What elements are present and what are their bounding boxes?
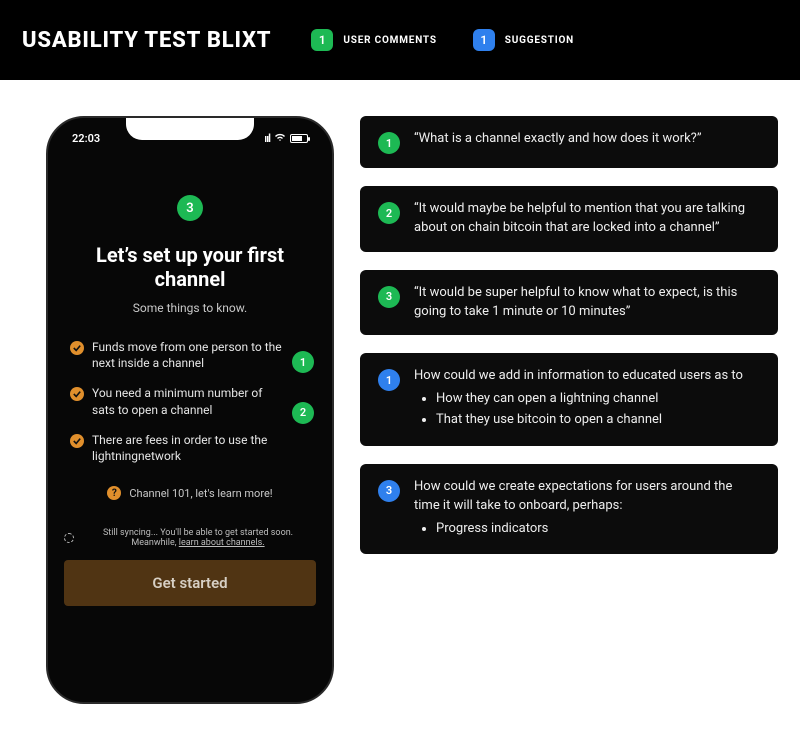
suggestion-card: 3 How could we create expectations for u…: [360, 464, 778, 555]
card-text: “It would maybe be helpful to mention th…: [414, 200, 760, 238]
cards-column: 1 “What is a channel exactly and how doe…: [360, 116, 778, 704]
phone-head: 3 Let’s set up your first channel Some t…: [64, 195, 316, 315]
status-time: 22:03: [72, 132, 100, 145]
card-list: How they can open a lightning channel Th…: [436, 390, 743, 430]
bullet-list: Funds move from one person to the next i…: [64, 339, 316, 464]
signal-icon: ııl: [264, 132, 270, 145]
list-item: That they use bitcoin to open a channel: [436, 411, 743, 430]
legend: 1 USER COMMENTS 1 SUGGESTION: [311, 29, 574, 51]
bullet-item: You need a minimum number of sats to ope…: [70, 385, 310, 417]
card-body: How could we add in information to educa…: [414, 367, 743, 432]
learn-text: Channel 101, let's learn more!: [129, 487, 272, 500]
card-text: How could we create expectations for use…: [414, 479, 732, 513]
card-text: “What is a channel exactly and how does …: [414, 130, 701, 154]
phone-mock: 22:03 ııl 3 Let’s set up your first chan…: [46, 116, 334, 704]
legend-label: SUGGESTION: [505, 35, 574, 46]
stage: 22:03 ııl 3 Let’s set up your first chan…: [0, 80, 800, 704]
bullet-item: There are fees in order to use the light…: [70, 432, 310, 464]
card-badge: 1: [378, 369, 400, 391]
wifi-icon: [274, 132, 286, 145]
battery-icon: [290, 134, 308, 143]
suggestion-card: 1 How could we add in information to edu…: [360, 353, 778, 446]
comment-card: 2 “It would maybe be helpful to mention …: [360, 186, 778, 252]
check-icon: [70, 341, 84, 355]
badge-suggestion: 1: [473, 29, 495, 51]
card-badge: 1: [378, 132, 400, 154]
card-list: Progress indicators: [436, 520, 760, 539]
bullet-text: You need a minimum number of sats to ope…: [92, 385, 282, 417]
phone-notch: [126, 118, 254, 140]
check-icon: [70, 434, 84, 448]
comment-card: 3 “It would be super helpful to know wha…: [360, 270, 778, 336]
annotation-badge-2: 2: [292, 402, 314, 424]
page-title: USABILITY TEST BLIXT: [22, 28, 271, 53]
header: USABILITY TEST BLIXT 1 USER COMMENTS 1 S…: [0, 0, 800, 80]
card-badge: 3: [378, 286, 400, 308]
learn-more[interactable]: ? Channel 101, let's learn more!: [64, 486, 316, 500]
bullet-text: Funds move from one person to the next i…: [92, 339, 282, 371]
spinner-icon: [64, 533, 74, 543]
card-text: “It would be super helpful to know what …: [414, 284, 760, 322]
annotation-badge-3: 3: [177, 195, 203, 221]
card-body: How could we create expectations for use…: [414, 478, 760, 541]
bullet-item: Funds move from one person to the next i…: [70, 339, 310, 371]
list-item: How they can open a lightning channel: [436, 390, 743, 409]
phone-subtitle: Some things to know.: [133, 301, 247, 315]
learn-channels-link[interactable]: learn about channels.: [179, 538, 265, 548]
check-icon: [70, 387, 84, 401]
legend-user-comments: 1 USER COMMENTS: [311, 29, 436, 51]
card-badge: 2: [378, 202, 400, 224]
card-text: How could we add in information to educa…: [414, 368, 743, 383]
question-icon: ?: [107, 486, 121, 500]
status-right: ııl: [264, 132, 308, 145]
badge-user-comments: 1: [311, 29, 333, 51]
legend-suggestion: 1 SUGGESTION: [473, 29, 574, 51]
get-started-button[interactable]: Get started: [64, 560, 316, 606]
list-item: Progress indicators: [436, 520, 760, 539]
phone-title: Let’s set up your first channel: [64, 243, 316, 291]
bullet-text: There are fees in order to use the light…: [92, 432, 282, 464]
legend-label: USER COMMENTS: [343, 35, 436, 46]
card-badge: 3: [378, 480, 400, 502]
annotation-badge-1: 1: [292, 351, 314, 373]
syncing-notice: Still syncing... You'll be able to get s…: [64, 528, 316, 548]
syncing-text: Still syncing... You'll be able to get s…: [80, 528, 316, 548]
comment-card: 1 “What is a channel exactly and how doe…: [360, 116, 778, 168]
